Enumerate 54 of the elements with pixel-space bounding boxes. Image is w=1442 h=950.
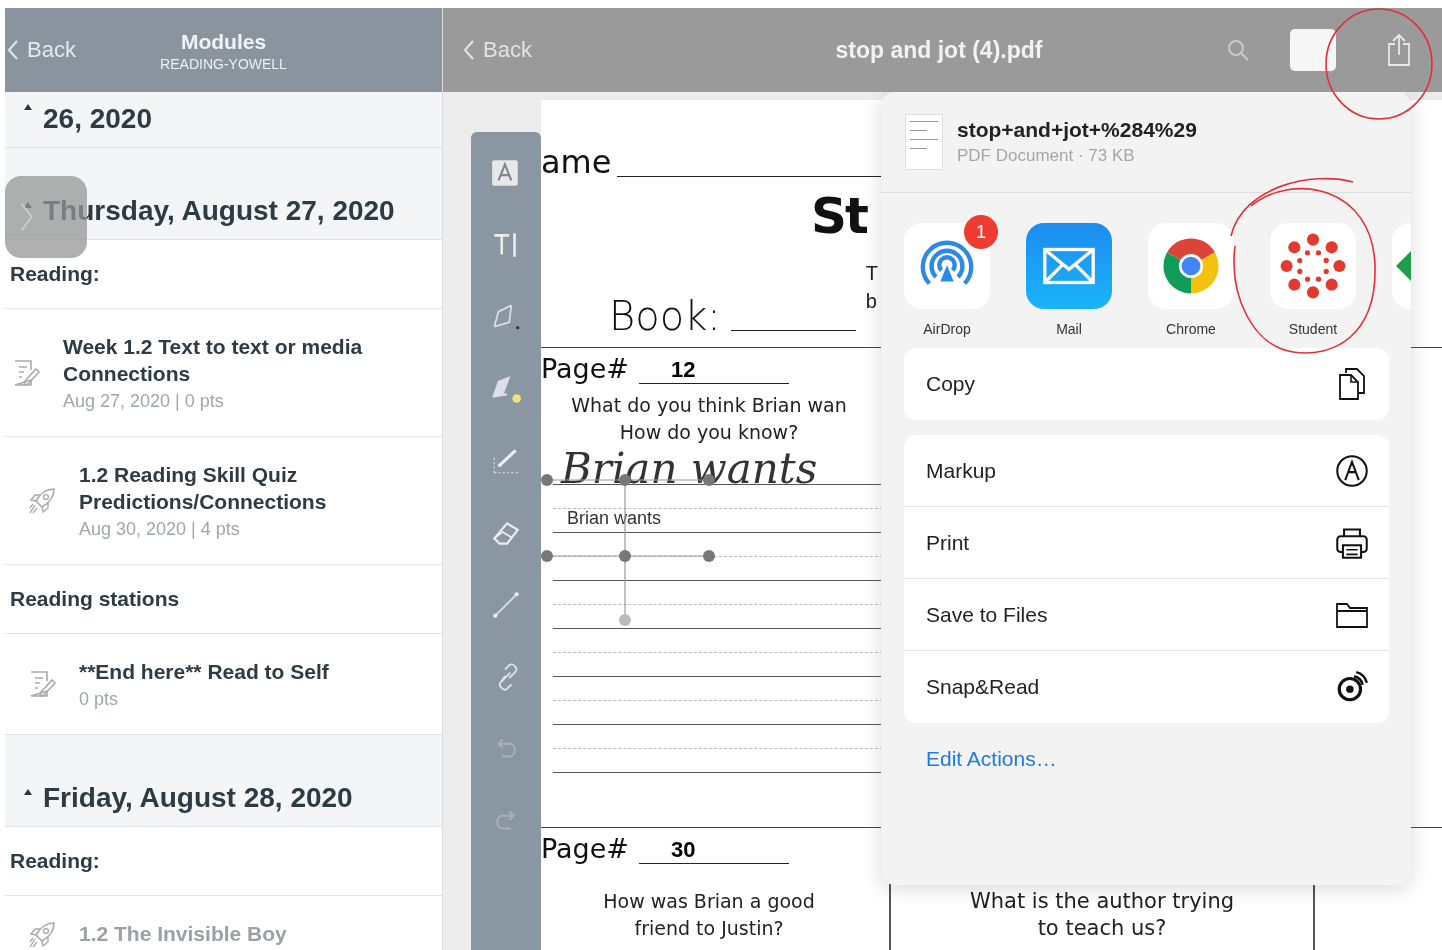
app-label[interactable]: Mail — [1056, 321, 1082, 337]
page-label: Page# — [541, 353, 629, 384]
section-header: Reading: — [5, 827, 442, 896]
book-label: Book: — [609, 293, 721, 339]
page-number-field: 12 — [639, 357, 789, 384]
document-thumbnail — [905, 114, 943, 170]
question-text: What do you think Brian wan How do you know? — [570, 393, 848, 445]
item-meta: Aug 27, 2020 | 0 pts — [63, 391, 225, 412]
handwriting-text: Brian wants — [561, 444, 818, 493]
item-title[interactable]: **End here** Read to Self — [79, 658, 329, 685]
app-label[interactable]: Chrome — [1166, 321, 1216, 337]
day-title: Thursday, August 27, 2020 — [43, 195, 395, 227]
rocket-icon — [27, 920, 57, 950]
day-title: Friday, August 28, 2020 — [43, 782, 353, 814]
text-annotation: Brian wants — [567, 508, 662, 529]
file-name: stop+and+jot+%284%29 — [957, 118, 1197, 142]
app-icon-button[interactable] — [1148, 223, 1234, 309]
question-text: How was Brian a good friend to Justin? — [602, 889, 816, 941]
worksheet-text: T — [865, 261, 878, 286]
search-icon[interactable] — [1226, 38, 1250, 62]
highlighter-tool-icon[interactable] — [490, 373, 522, 405]
page-label: Page# — [541, 833, 629, 864]
item-title[interactable]: 1.2 Reading Skill Quiz Predictions/Connections — [79, 461, 432, 515]
app-icon-button[interactable] — [1026, 223, 1112, 309]
day-title: 26, 2020 — [43, 103, 152, 135]
section-header: Reading stations — [5, 565, 442, 634]
pen-tip-icon — [1335, 453, 1369, 488]
nav-title: Modules — [180, 30, 267, 54]
page-thumbnail-button[interactable] — [1290, 29, 1336, 71]
app-label[interactable]: Student — [1288, 321, 1338, 337]
printer-icon — [1335, 525, 1369, 560]
app-icon[interactable] — [1392, 223, 1411, 309]
worksheet-text: b — [865, 289, 878, 314]
dotted-ring-logo-icon — [1280, 233, 1346, 299]
document-title: stop and jot (4).pdf — [834, 36, 1044, 64]
edit-actions-link[interactable]: Edit Actions… — [926, 747, 1057, 771]
file-info: PDF Document · 73 KB — [957, 146, 1136, 166]
day-header[interactable]: Friday, August 28, 2020 — [5, 735, 442, 827]
page-number-field: 30 — [639, 837, 789, 864]
nav-subtitle: READING-YOWELL — [160, 56, 287, 72]
share-icon[interactable] — [1386, 33, 1412, 67]
notification-badge: 1 — [964, 215, 998, 249]
app-icon-button[interactable] — [1270, 223, 1356, 309]
app-label[interactable]: AirDrop — [923, 321, 971, 337]
name-label: ame — [541, 143, 612, 181]
rocket-icon — [27, 485, 57, 516]
line-tool-icon[interactable] — [490, 589, 522, 621]
item-meta: 0 pts — [79, 689, 120, 710]
day-header[interactable]: 26, 2020 — [5, 92, 442, 148]
worksheet-title: St — [811, 187, 867, 245]
item-meta: Aug 30, 2020 | 4 pts — [79, 519, 241, 540]
target-icon — [1335, 670, 1369, 704]
app-icon-button[interactable] — [904, 223, 990, 309]
item-title[interactable]: Week 1.2 Text to text or media Connections — [63, 333, 432, 387]
